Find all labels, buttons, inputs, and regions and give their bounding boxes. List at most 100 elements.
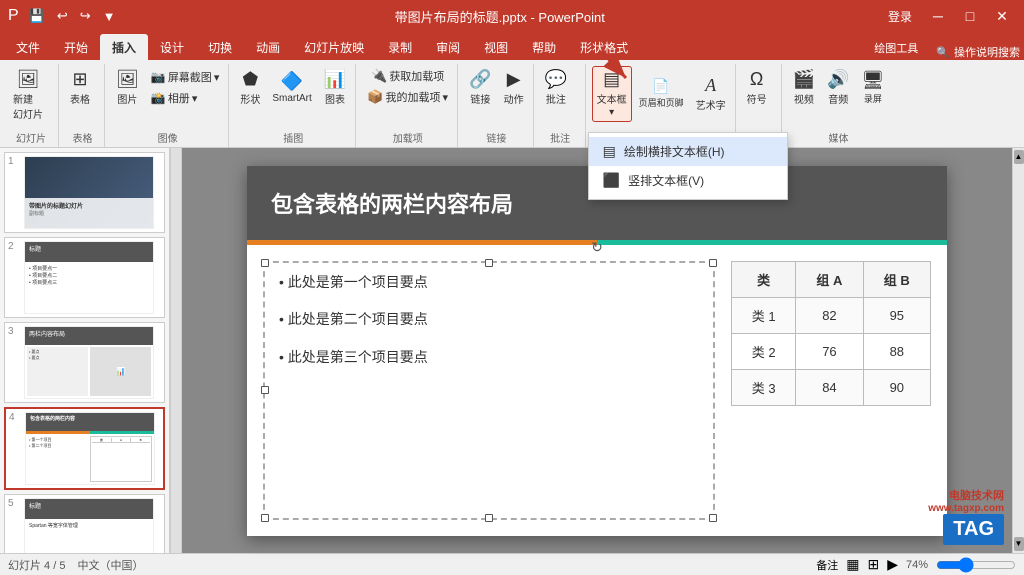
textbox-label: 文本框 xyxy=(597,91,627,106)
get-addins-button[interactable]: 🔌 获取加载项 xyxy=(366,66,449,86)
save-button[interactable]: 💾 xyxy=(25,6,49,26)
tab-transitions[interactable]: 切换 xyxy=(196,34,244,60)
video-button[interactable]: 🎬 视频 xyxy=(788,66,820,110)
group-media: 🎬 视频 🔊 音频 🖥 录屏 媒体 xyxy=(784,64,894,147)
new-slide-button[interactable]: 🖼 新建幻灯片 xyxy=(8,66,48,125)
my-addins-button[interactable]: 📦 我的加载项 ▾ xyxy=(362,87,453,107)
cell-r1c2: 82 xyxy=(796,297,863,333)
comment-button[interactable]: 💬 批注 xyxy=(540,66,572,110)
tab-file[interactable]: 文件 xyxy=(4,34,52,60)
tab-design[interactable]: 设计 xyxy=(148,34,196,60)
dropdown-item-vertical[interactable]: ⬛ 竖排文本框(V) xyxy=(589,166,787,195)
slide-preview-4: 包含表格的两栏内容 • 第一个项目 • 第二个项目 类 A B xyxy=(25,412,155,485)
picture-icon: 🖼 xyxy=(116,70,139,90)
picture-button[interactable]: 🖼 图片 xyxy=(111,66,144,110)
screenshot-button[interactable]: 📷 屏幕截图 ▾ xyxy=(146,67,224,87)
tab-record[interactable]: 录制 xyxy=(376,34,424,60)
undo-button[interactable]: ↩ xyxy=(53,6,72,26)
table-row-2: 类 2 76 88 xyxy=(732,333,931,369)
dropdown-item-horizontal[interactable]: ▤ 绘制横排文本框(H) xyxy=(589,137,787,166)
header-footer-button[interactable]: 📄 页眉和页脚 xyxy=(634,75,689,112)
screen-record-label: 录屏 xyxy=(864,92,882,105)
table-label: 表格 xyxy=(70,91,90,106)
minimize-button[interactable]: ─ xyxy=(924,5,952,27)
table-header-col2: 组 A xyxy=(796,261,863,297)
wordart-icon: A xyxy=(705,76,716,96)
status-bar: 幻灯片 4 / 5 中文（中国） 备注 ▦ ⊞ ▶ 74% xyxy=(0,553,1024,575)
slide-thumb-4[interactable]: 4 包含表格的两栏内容 • 第一个项目 • 第二个项目 类 A B xyxy=(4,407,165,490)
search-area: 🔍 操作说明搜索 xyxy=(936,44,1024,60)
group-text: ▤ 文本框 ▾ 📄 页眉和页脚 A 艺术字 xyxy=(588,64,736,147)
title-bar: P 💾 ↩ ↪ ▼ 带图片布局的标题.pptx - PowerPoint 登录 … xyxy=(0,0,1024,32)
handle-tr[interactable] xyxy=(709,259,717,267)
workspace: 1 带图片的标题幻灯片 副标题 2 标题 • 项目要点一 • 项目要点二 • 项… xyxy=(0,148,1024,553)
wordart-button[interactable]: A 艺术字 xyxy=(691,72,731,116)
title-bar-left: P 💾 ↩ ↪ ▼ xyxy=(8,6,120,26)
scroll-up-btn[interactable]: ▲ xyxy=(1014,150,1024,164)
login-button[interactable]: 登录 xyxy=(880,5,920,27)
slide-thumb-2[interactable]: 2 标题 • 项目要点一 • 项目要点二 • 项目要点三 xyxy=(4,237,165,318)
chart-label: 图表 xyxy=(325,91,345,106)
table-row-1: 类 1 82 95 xyxy=(732,297,931,333)
link-button[interactable]: 🔗 链接 xyxy=(464,66,496,110)
cell-r2c2: 76 xyxy=(796,333,863,369)
slide-panel-scrollbar[interactable] xyxy=(170,148,182,553)
watermark-tag: TAG xyxy=(943,514,1004,545)
handle-bm[interactable] xyxy=(485,514,493,522)
audio-button[interactable]: 🔊 音频 xyxy=(822,66,854,110)
app-icon: P xyxy=(8,7,19,25)
tab-insert[interactable]: 插入 xyxy=(100,34,148,60)
group-links: 🔗 链接 ▶ 动作 链接 xyxy=(460,64,533,147)
chart-button[interactable]: 📊 图表 xyxy=(319,66,351,110)
redo-button[interactable]: ↪ xyxy=(76,6,95,26)
cell-r2c3: 88 xyxy=(863,333,930,369)
close-button[interactable]: ✕ xyxy=(988,5,1016,27)
handle-ml[interactable] xyxy=(261,386,269,394)
screenshot-icon: 📷 xyxy=(151,70,166,84)
search-icon: 🔍 xyxy=(936,46,950,59)
slide-thumb-1[interactable]: 1 带图片的标题幻灯片 副标题 xyxy=(4,152,165,233)
shapes-button[interactable]: ⬟ 形状 xyxy=(235,66,265,110)
watermark: 电脑技术网 www.tagxp.com TAG xyxy=(928,487,1004,545)
action-icon: ▶ xyxy=(507,70,521,90)
maximize-button[interactable]: □ xyxy=(956,5,984,27)
group-table: ⊞ 表格 表格 xyxy=(61,64,105,147)
reading-view-button[interactable]: ▶ xyxy=(887,556,898,573)
vertical-scrollbar[interactable]: ▲ ▼ xyxy=(1012,148,1024,553)
quick-access-toolbar: 💾 ↩ ↪ ▼ xyxy=(25,6,120,26)
tab-animations[interactable]: 动画 xyxy=(244,34,292,60)
watermark-url: www.tagxp.com xyxy=(928,503,1004,514)
handle-bl[interactable] xyxy=(261,514,269,522)
rotate-handle[interactable]: ↻ xyxy=(591,239,603,256)
tab-view[interactable]: 视图 xyxy=(472,34,520,60)
handle-br[interactable] xyxy=(709,514,717,522)
customize-qa-button[interactable]: ▼ xyxy=(99,7,120,26)
group-comments-label: 批注 xyxy=(536,130,585,145)
vertical-textbox-icon: ⬛ xyxy=(603,172,620,189)
notes-button[interactable]: 备注 xyxy=(816,557,838,573)
table-button[interactable]: ⊞ 表格 xyxy=(65,66,95,110)
slide-thumb-5[interactable]: 5 标题 Spartan 等宽字体管理 xyxy=(4,494,165,553)
tab-home[interactable]: 开始 xyxy=(52,34,100,60)
screen-record-button[interactable]: 🖥 录屏 xyxy=(857,67,890,109)
scroll-down-btn[interactable]: ▼ xyxy=(1014,537,1024,551)
smartart-button[interactable]: 🔷 SmartArt xyxy=(267,68,316,108)
handle-tl[interactable] xyxy=(261,259,269,267)
album-button[interactable]: 📸 相册 ▾ xyxy=(146,88,224,108)
screenshot-dropdown-icon: ▾ xyxy=(214,71,220,84)
tab-help[interactable]: 帮助 xyxy=(520,34,568,60)
audio-icon: 🔊 xyxy=(827,70,849,90)
zoom-slider[interactable] xyxy=(936,557,1016,573)
video-label: 视频 xyxy=(794,91,814,106)
slide-sorter-button[interactable]: ⊞ xyxy=(867,556,879,573)
tab-review[interactable]: 审阅 xyxy=(424,34,472,60)
slide-thumb-3[interactable]: 3 两栏内容布局 • 要点 • 要点 📊 xyxy=(4,322,165,403)
handle-tm[interactable] xyxy=(485,259,493,267)
normal-view-button[interactable]: ▦ xyxy=(846,556,859,573)
slide-preview-3: 两栏内容布局 • 要点 • 要点 📊 xyxy=(24,326,154,399)
ribbon-content: 🖼 新建幻灯片 幻灯片 ⊞ 表格 表格 🖼 图片 📷 屏幕截图 xyxy=(0,60,1024,148)
action-button[interactable]: ▶ 动作 xyxy=(499,66,529,110)
tab-slideshow[interactable]: 幻灯片放映 xyxy=(292,34,376,60)
symbol-button[interactable]: Ω 符号 xyxy=(742,66,772,110)
zoom-level: 74% xyxy=(906,559,928,571)
